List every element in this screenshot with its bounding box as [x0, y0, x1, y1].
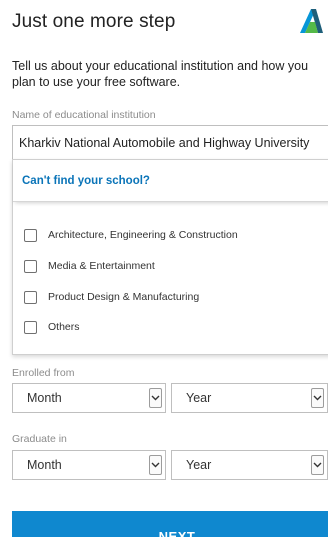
select-value: Year — [186, 458, 212, 472]
next-button[interactable]: NEXT — [12, 511, 328, 537]
checkbox[interactable] — [24, 259, 37, 273]
option-architecture[interactable]: Architecture, Engineering & Construction — [24, 226, 238, 244]
institution-input[interactable] — [12, 125, 328, 159]
graduate-label: Graduate in — [12, 433, 67, 445]
institution-label: Name of educational institution — [12, 109, 156, 121]
option-label: Architecture, Engineering & Construction — [48, 229, 238, 241]
option-label: Media & Entertainment — [48, 260, 155, 272]
checkbox[interactable] — [24, 320, 37, 334]
signup-page: Just one more step Tell us about your ed… — [0, 0, 328, 537]
chevron-down-icon — [311, 388, 324, 408]
checkbox[interactable] — [24, 228, 37, 242]
option-product-design[interactable]: Product Design & Manufacturing — [24, 288, 199, 306]
select-value: Year — [186, 391, 212, 405]
page-title: Just one more step — [12, 11, 176, 32]
cant-find-row: Can't find your school? — [13, 160, 328, 202]
select-value: Month — [27, 391, 62, 405]
enrolled-year-select[interactable]: Year — [171, 383, 328, 413]
chevron-down-icon — [149, 388, 162, 408]
chevron-down-icon — [149, 455, 162, 475]
page-header: Just one more step — [12, 9, 328, 38]
institution-dropdown: Can't find your school? Architecture, En… — [12, 159, 328, 355]
option-label: Product Design & Manufacturing — [48, 291, 200, 303]
select-value: Month — [27, 458, 62, 472]
option-others[interactable]: Others — [24, 318, 80, 336]
cant-find-school-link[interactable]: Can't find your school? — [22, 175, 150, 187]
checkbox[interactable] — [24, 290, 37, 304]
graduate-year-select[interactable]: Year — [171, 450, 328, 480]
option-label: Others — [48, 321, 80, 333]
page-subtitle: Tell us about your educational instituti… — [12, 59, 309, 89]
enrolled-month-select[interactable]: Month — [12, 383, 166, 413]
graduate-month-select[interactable]: Month — [12, 450, 166, 480]
enrolled-label: Enrolled from — [12, 367, 75, 379]
option-media[interactable]: Media & Entertainment — [24, 257, 155, 275]
chevron-down-icon — [311, 455, 324, 475]
autodesk-logo-icon — [300, 9, 323, 33]
